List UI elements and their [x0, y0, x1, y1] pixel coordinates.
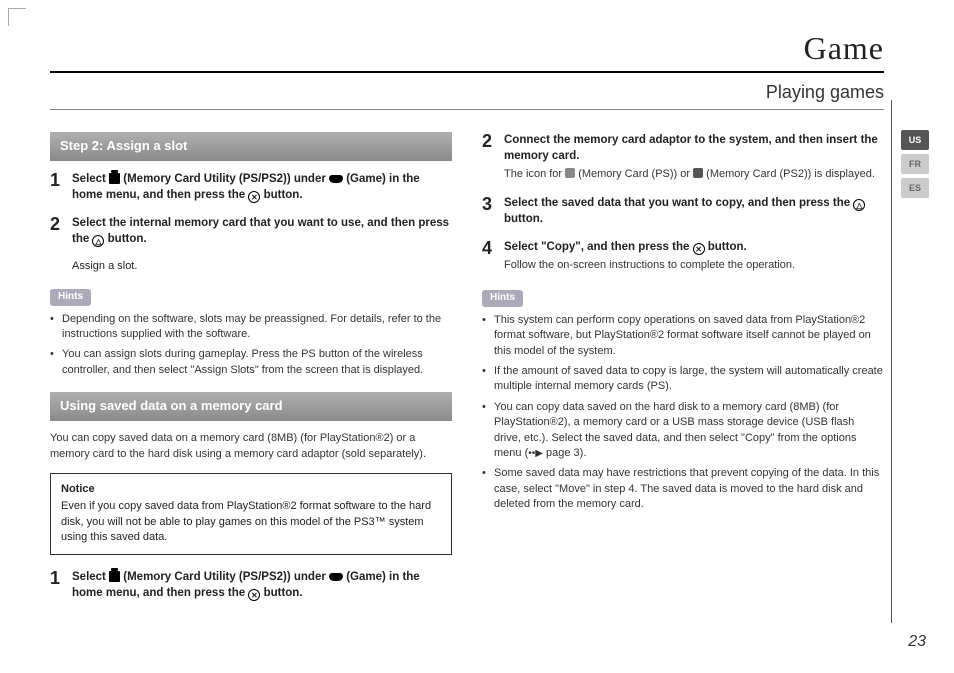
hints-label: Hints	[482, 290, 523, 307]
step-text: Select (Memory Card Utility (PS/PS2)) un…	[72, 171, 452, 203]
hint-item: Depending on the software, slots may be …	[50, 312, 452, 343]
columns: Step 2: Assign a slot 1 Select (Memory C…	[50, 132, 884, 613]
step-text: Connect the memory card adaptor to the s…	[504, 132, 884, 164]
step-4r: 4 Select "Copy", and then press the ✕ bu…	[482, 239, 884, 274]
step-body: Connect the memory card adaptor to the s…	[504, 132, 884, 183]
t: Select	[72, 571, 109, 583]
t: (Memory Card (PS2)) is displayed.	[703, 168, 875, 180]
step-subtext: Follow the on-screen instructions to com…	[504, 258, 884, 274]
t: page 3).	[543, 447, 586, 459]
notice-title: Notice	[61, 482, 441, 497]
t: (Memory Card Utility (PS/PS2)) under	[120, 571, 329, 583]
t: (Memory Card Utility (PS/PS2)) under	[120, 173, 329, 185]
right-column: 2 Connect the memory card adaptor to the…	[482, 132, 884, 613]
section-bar-saved-data: Using saved data on a memory card	[50, 392, 452, 421]
step-number: 2	[50, 215, 72, 247]
x-button-icon: ✕	[693, 243, 705, 255]
hint-item: You can copy data saved on the hard disk…	[482, 400, 884, 462]
t: button.	[705, 241, 747, 253]
triangle-button-icon: △	[92, 235, 104, 247]
t: The icon for	[504, 168, 565, 180]
memory-card-icon	[109, 173, 120, 184]
hint-item: If the amount of saved data to copy is l…	[482, 364, 884, 395]
header-title: Game	[50, 30, 884, 67]
t: Select "Copy", and then press the	[504, 241, 693, 253]
t: button.	[260, 189, 302, 201]
header: Game	[50, 30, 884, 73]
lang-tab-es[interactable]: ES	[901, 178, 929, 198]
step-number: 2	[482, 132, 504, 183]
margin-rule	[891, 100, 892, 623]
page-ref-icon: ••▶	[528, 448, 543, 459]
t: (Memory Card (PS)) or	[575, 168, 693, 180]
memory-card-icon	[109, 571, 120, 582]
x-button-icon: ✕	[248, 589, 260, 601]
step-text: Select the internal memory card that you…	[72, 215, 452, 247]
page-number: 23	[908, 633, 926, 651]
lang-tab-us[interactable]: US	[901, 130, 929, 150]
step-text: Select (Memory Card Utility (PS/PS2)) un…	[72, 569, 452, 601]
t: button.	[260, 587, 302, 599]
t: button.	[104, 233, 146, 245]
game-pad-icon	[329, 175, 343, 183]
step-text: Select "Copy", and then press the ✕ butt…	[504, 239, 884, 255]
language-tabs: US FR ES	[901, 130, 929, 198]
step-3r: 3 Select the saved data that you want to…	[482, 195, 884, 227]
notice-box: Notice Even if you copy saved data from …	[50, 473, 452, 555]
section-bar-step2: Step 2: Assign a slot	[50, 132, 452, 161]
step-number: 1	[50, 171, 72, 203]
step-1b: 1 Select (Memory Card Utility (PS/PS2)) …	[50, 569, 452, 601]
hints-list: This system can perform copy operations …	[482, 313, 884, 513]
hint-item: You can assign slots during gameplay. Pr…	[50, 347, 452, 378]
step-subtext: The icon for (Memory Card (PS)) or (Memo…	[504, 167, 884, 183]
lang-tab-fr[interactable]: FR	[901, 154, 929, 174]
step-body: Select the internal memory card that you…	[72, 215, 452, 247]
x-button-icon: ✕	[248, 191, 260, 203]
hints-label: Hints	[50, 289, 91, 306]
t: button.	[504, 213, 543, 225]
step-number: 3	[482, 195, 504, 227]
memory-card-ps-icon	[565, 168, 575, 178]
hint-item: Some saved data may have restrictions th…	[482, 466, 884, 512]
hint-item: This system can perform copy operations …	[482, 313, 884, 359]
step-subtext: Assign a slot.	[72, 259, 452, 275]
left-column: Step 2: Assign a slot 1 Select (Memory C…	[50, 132, 452, 613]
hints-list: Depending on the software, slots may be …	[50, 312, 452, 379]
step-text: Select the saved data that you want to c…	[504, 195, 884, 227]
page: Game Playing games Step 2: Assign a slot…	[0, 0, 954, 673]
triangle-button-icon: △	[853, 199, 865, 211]
subtitle: Playing games	[766, 82, 884, 103]
t: Select	[72, 173, 109, 185]
game-pad-icon	[329, 573, 343, 581]
notice-body: Even if you copy saved data from PlaySta…	[61, 499, 441, 545]
step-number: 1	[50, 569, 72, 601]
t: Select the saved data that you want to c…	[504, 197, 853, 209]
step-2: 2 Select the internal memory card that y…	[50, 215, 452, 247]
paragraph: You can copy saved data on a memory card…	[50, 431, 452, 463]
step-number: 4	[482, 239, 504, 274]
memory-card-ps2-icon	[693, 168, 703, 178]
step-body: Select "Copy", and then press the ✕ butt…	[504, 239, 884, 274]
step-1: 1 Select (Memory Card Utility (PS/PS2)) …	[50, 171, 452, 203]
step-2r: 2 Connect the memory card adaptor to the…	[482, 132, 884, 183]
subtitle-row: Playing games	[50, 76, 884, 110]
